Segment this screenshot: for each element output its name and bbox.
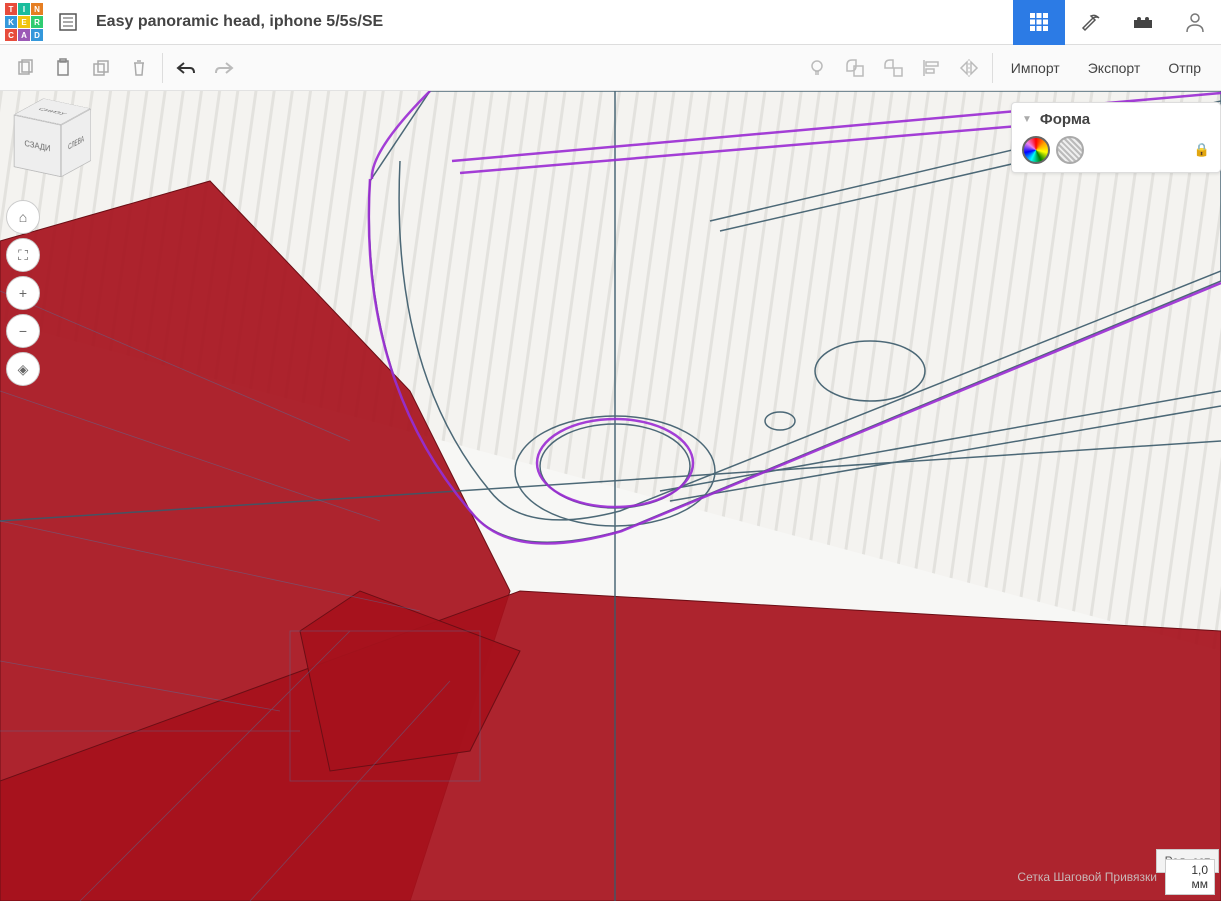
user-icon	[1183, 10, 1207, 34]
delete-button[interactable]	[120, 49, 158, 87]
design-title[interactable]: Easy panoramic head, iphone 5/5s/SE	[88, 13, 1013, 31]
logo-cell: I	[18, 3, 30, 15]
workspace-bricks-button[interactable]	[1117, 0, 1169, 45]
logo-cell: D	[31, 29, 43, 41]
hole-button[interactable]	[1056, 136, 1084, 164]
snap-grid-row: Сетка Шаговой Привязки 1,0 мм	[1017, 859, 1215, 895]
list-icon	[58, 12, 78, 32]
logo-cell: T	[5, 3, 17, 15]
logo-cell: A	[18, 29, 30, 41]
redo-icon	[213, 59, 235, 77]
trash-icon	[129, 58, 149, 78]
user-account-button[interactable]	[1169, 0, 1221, 45]
design-list-button[interactable]	[48, 0, 88, 45]
solid-color-button[interactable]	[1022, 136, 1050, 164]
lock-icon[interactable]: 🔒	[1194, 142, 1210, 158]
duplicate-button[interactable]	[82, 49, 120, 87]
ortho-view-button[interactable]: ◈	[6, 352, 40, 386]
workspace-blocks-button[interactable]	[1065, 0, 1117, 45]
align-icon	[920, 57, 942, 79]
fit-view-button[interactable]: ⛶	[6, 238, 40, 272]
group-button[interactable]	[836, 49, 874, 87]
paste-icon	[53, 58, 73, 78]
viewcube-face-back[interactable]: СЗАДИ	[14, 114, 61, 177]
snap-grid-label: Сетка Шаговой Привязки	[1017, 870, 1157, 884]
logo-cell: N	[31, 3, 43, 15]
grid-icon	[1028, 11, 1050, 33]
logo-cell: R	[31, 16, 43, 28]
app-logo[interactable]: T I N K E R C A D	[0, 0, 48, 45]
shape-inspector-panel: ▼ Форма 🔒	[1011, 102, 1221, 173]
home-view-button[interactable]: ⌂	[6, 200, 40, 234]
visibility-button[interactable]	[798, 49, 836, 87]
snap-value-field[interactable]: 1,0 мм	[1165, 859, 1215, 895]
app-header: T I N K E R C A D Easy panoramic head, i…	[0, 0, 1221, 45]
view-nav-buttons: ⌂ ⛶ + − ◈	[6, 200, 40, 386]
ungroup-button[interactable]	[874, 49, 912, 87]
collapse-icon[interactable]: ▼	[1022, 114, 1032, 125]
zoom-out-button[interactable]: −	[6, 314, 40, 348]
design-canvas[interactable]	[0, 91, 1221, 901]
viewcube[interactable]: СЗАДИ СЛЕВА СНИЗУ	[14, 100, 84, 170]
logo-cell: C	[5, 29, 17, 41]
import-button[interactable]: Импорт	[997, 49, 1074, 87]
brick-icon	[1132, 14, 1154, 30]
mirror-icon	[958, 57, 980, 79]
shape-panel-title: Форма	[1040, 111, 1090, 128]
group-icon	[844, 57, 866, 79]
paste-button[interactable]	[44, 49, 82, 87]
undo-icon	[175, 59, 197, 77]
zoom-in-button[interactable]: +	[6, 276, 40, 310]
logo-cell: E	[18, 16, 30, 28]
copy-button[interactable]	[6, 49, 44, 87]
workspace-3d-button[interactable]	[1013, 0, 1065, 45]
export-button[interactable]: Экспорт	[1074, 49, 1155, 87]
duplicate-icon	[91, 58, 111, 78]
bulb-icon	[806, 57, 828, 79]
redo-button[interactable]	[205, 49, 243, 87]
undo-button[interactable]	[167, 49, 205, 87]
align-button[interactable]	[912, 49, 950, 87]
send-to-button[interactable]: Отпр	[1154, 49, 1215, 87]
ungroup-icon	[882, 57, 904, 79]
copy-icon	[15, 58, 35, 78]
mirror-button[interactable]	[950, 49, 988, 87]
logo-cell: K	[5, 16, 17, 28]
edit-toolbar: Импорт Экспорт Отпр	[0, 45, 1221, 91]
pickaxe-icon	[1079, 10, 1103, 34]
